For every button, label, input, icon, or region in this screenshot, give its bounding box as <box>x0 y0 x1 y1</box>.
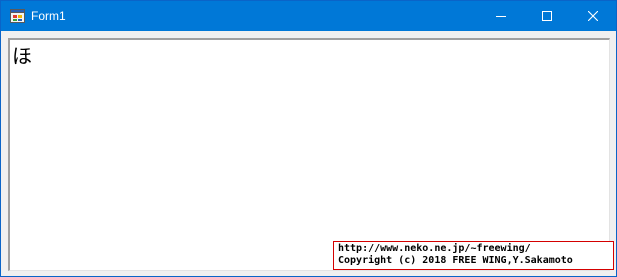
window-title: Form1 <box>31 9 66 23</box>
copyright-url: http://www.neko.ne.jp/~freewing/ <box>338 243 531 254</box>
copyright-box: http://www.neko.ne.jp/~freewing/ Copyrig… <box>333 241 614 270</box>
copyright-notice: Copyright (c) 2018 FREE WING,Y.Sakamoto <box>338 255 573 266</box>
maximize-button[interactable] <box>524 1 570 31</box>
close-button[interactable] <box>570 1 616 31</box>
close-icon <box>588 11 598 21</box>
client-area: ほ http://www.neko.ne.jp/~freewing/ Copyr… <box>1 31 616 276</box>
maximize-icon <box>542 11 552 21</box>
winforms-app-icon[interactable] <box>10 9 25 23</box>
minimize-button[interactable] <box>478 1 524 31</box>
text-input-area[interactable]: ほ http://www.neko.ne.jp/~freewing/ Copyr… <box>8 38 614 271</box>
title-bar[interactable]: Form1 <box>1 1 616 31</box>
minimize-icon <box>496 16 506 17</box>
app-window: Form1 ほ http://www.neko.ne.jp/~freewing/… <box>0 0 617 277</box>
text-content: ほ <box>12 44 32 68</box>
